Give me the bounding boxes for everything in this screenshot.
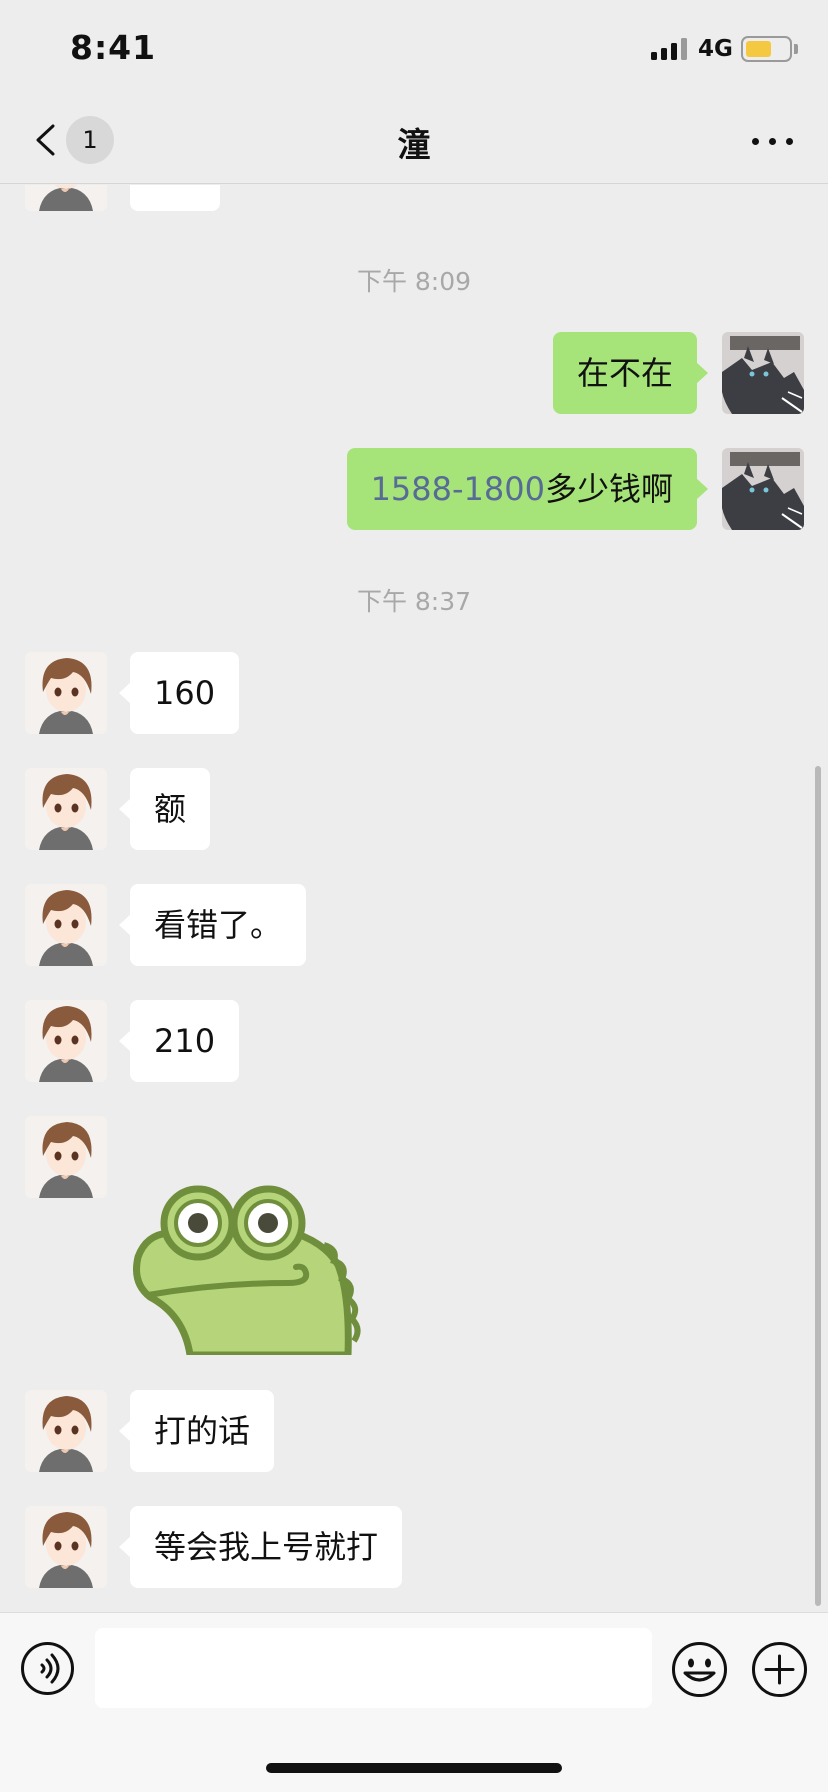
- frog-sticker[interactable]: [128, 1185, 368, 1355]
- contact-avatar[interactable]: [25, 1506, 107, 1588]
- contact-avatar[interactable]: [25, 652, 107, 734]
- timestamp: 下午 8:37: [356, 587, 472, 616]
- contact-avatar[interactable]: [25, 1116, 107, 1198]
- message-bubble-in[interactable]: 等会我上号就打: [118, 1506, 403, 1588]
- contact-avatar[interactable]: [25, 1390, 107, 1472]
- contact-avatar[interactable]: [25, 185, 107, 211]
- plus-icon[interactable]: [751, 1641, 808, 1698]
- chat-title: 潼: [397, 125, 431, 164]
- message-bubble-out[interactable]: 1588-1800多少钱啊: [346, 448, 709, 530]
- battery-icon: [741, 36, 792, 62]
- ellipsis-dot: [786, 138, 793, 145]
- message-bubble-in[interactable]: 额: [118, 768, 211, 850]
- phone-number-link[interactable]: 1588-1800: [371, 470, 545, 508]
- more-button[interactable]: [748, 124, 798, 158]
- battery-level: [746, 41, 771, 57]
- my-avatar[interactable]: [722, 448, 804, 530]
- timestamp: 下午 8:09: [356, 267, 472, 296]
- contact-avatar[interactable]: [25, 884, 107, 966]
- status-bar: 8:41 4G: [0, 0, 828, 96]
- contact-avatar[interactable]: [25, 1000, 107, 1082]
- ellipsis-icon: [752, 138, 759, 145]
- message-bubble-in[interactable]: 160: [118, 652, 240, 734]
- message-bubble-out[interactable]: 在不在: [552, 332, 709, 414]
- battery-cap: [794, 44, 798, 54]
- my-avatar[interactable]: [722, 332, 804, 414]
- chat-area[interactable]: 下午 8:09 在不在 1588-1800多少钱啊 下午 8:37 160 额 …: [0, 185, 828, 1612]
- message-bubble-in[interactable]: 210: [118, 1000, 240, 1082]
- network-label: 4G: [698, 36, 733, 62]
- ellipsis-dot: [769, 138, 776, 145]
- message-bubble-partial[interactable]: [130, 185, 220, 211]
- message-text: 多少钱啊: [544, 470, 673, 508]
- emoji-icon[interactable]: [671, 1641, 728, 1698]
- voice-icon[interactable]: [20, 1641, 75, 1696]
- signal-icon: [651, 38, 689, 60]
- status-time: 8:41: [70, 28, 157, 67]
- contact-avatar[interactable]: [25, 768, 107, 850]
- scrollbar[interactable]: [815, 766, 821, 1606]
- nav-bar: 1 潼: [0, 96, 828, 184]
- message-bubble-in[interactable]: 打的话: [118, 1390, 275, 1472]
- home-indicator[interactable]: [266, 1763, 562, 1773]
- message-input[interactable]: [95, 1628, 652, 1708]
- message-bubble-in[interactable]: 看错了。: [118, 884, 307, 966]
